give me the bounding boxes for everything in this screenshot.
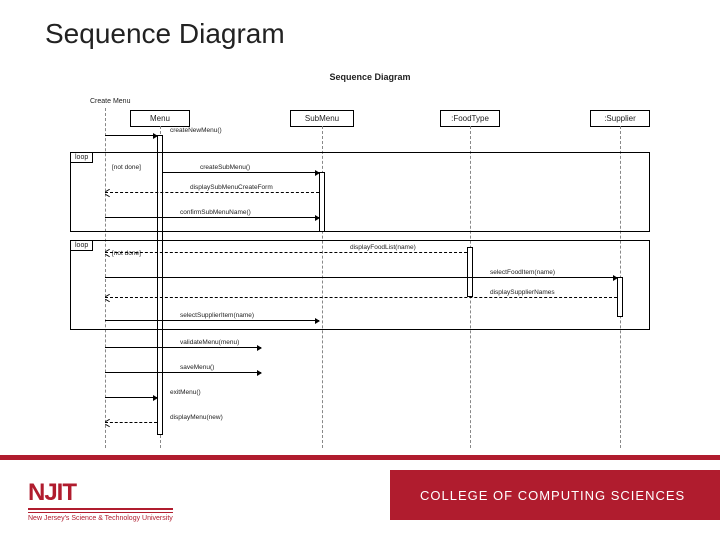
- diagram-caption: Sequence Diagram: [329, 72, 410, 82]
- loop-guard-1: [not done]: [112, 164, 141, 171]
- slide-title: Sequence Diagram: [45, 18, 285, 50]
- arrow-display-submenu-form: [105, 192, 319, 193]
- loop-frame-2: loop: [70, 240, 650, 330]
- msg-display-supplier-names: displaySupplierNames: [490, 289, 555, 296]
- arrow-create-submenu: [163, 172, 319, 173]
- njit-logo: NJIT New Jersey's Science & Technology U…: [28, 479, 173, 522]
- msg-save-menu: saveMenu(): [180, 364, 214, 371]
- msg-validate-menu: validateMenu(menu): [180, 339, 239, 346]
- msg-select-fooditem: selectFoodItem(name): [490, 269, 555, 276]
- arrow-display-supplier-names: [105, 297, 617, 298]
- arrow-select-supplier: [105, 320, 319, 321]
- arrow-save-menu: [105, 372, 261, 373]
- sequence-diagram: Sequence Diagram Create Menu Menu SubMen…: [70, 72, 670, 452]
- actor-label: Create Menu: [90, 98, 130, 105]
- msg-display-foodlist: displayFoodList(name): [350, 244, 416, 251]
- lifeline-foodtype: :FoodType: [440, 110, 500, 127]
- arrow-select-fooditem: [105, 277, 617, 278]
- msg-create-submenu: createSubMenu(): [200, 164, 250, 171]
- college-band: COLLEGE OF COMPUTING SCIENCES: [390, 470, 720, 520]
- loop-label-2: loop: [70, 240, 93, 251]
- lifeline-supplier: :Supplier: [590, 110, 650, 127]
- msg-create-menu: createNewMenu(): [170, 127, 222, 134]
- njit-wordmark: NJIT: [28, 479, 173, 510]
- msg-display-submenu-form: displaySubMenuCreateForm: [190, 184, 273, 191]
- njit-tagline: New Jersey's Science & Technology Univer…: [28, 512, 173, 522]
- loop-label-1: loop: [70, 152, 93, 163]
- arrow-exit-menu: [105, 397, 157, 398]
- lifeline-menu: Menu: [130, 110, 190, 127]
- arrow-display-foodlist: [105, 252, 467, 253]
- msg-confirm-submenu-name: confirmSubMenuName(): [180, 209, 251, 216]
- arrow-confirm-submenu-name: [105, 217, 319, 218]
- msg-exit-menu: exitMenu(): [170, 389, 201, 396]
- msg-select-supplier: selectSupplierItem(name): [180, 312, 254, 319]
- arrow-display-menu-new: [105, 422, 157, 423]
- college-name: COLLEGE OF COMPUTING SCIENCES: [420, 488, 685, 503]
- msg-display-menu-new: displayMenu(new): [170, 414, 223, 421]
- arrow-validate-menu: [105, 347, 261, 348]
- lifeline-submenu: SubMenu: [290, 110, 354, 127]
- arrow-create-menu: [105, 135, 157, 136]
